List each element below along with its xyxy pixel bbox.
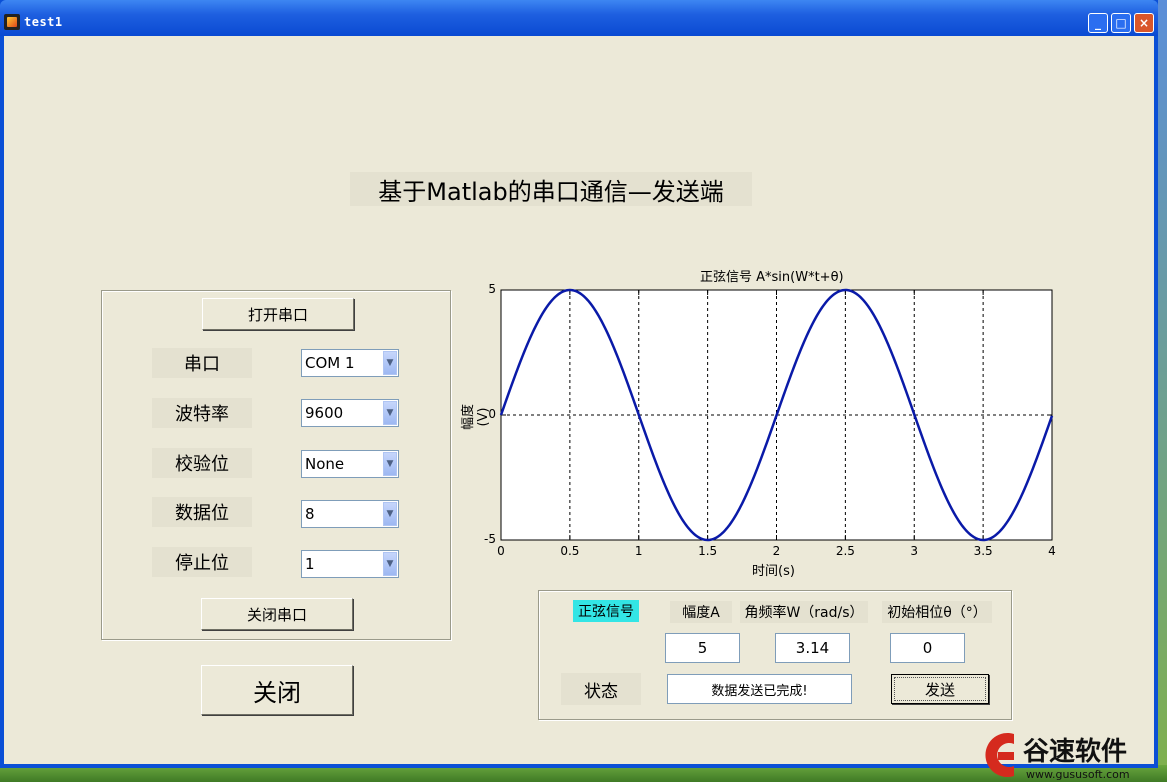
y-tick-label: -5 (484, 532, 496, 546)
port-select[interactable]: COM 1 ▼ (301, 349, 399, 377)
x-tick-label: 4 (1048, 544, 1056, 558)
status-display: 数据发送已完成! (667, 674, 852, 704)
open-port-button[interactable]: 打开串口 (202, 298, 354, 330)
minimize-icon: _ (1095, 16, 1101, 30)
x-tick-label: 2.5 (835, 544, 855, 558)
angular-frequency-input[interactable]: 3.14 (775, 633, 850, 663)
y-tick-label: 0 (488, 407, 496, 421)
chevron-down-icon[interactable]: ▼ (383, 552, 397, 576)
data-bits-select-value: 8 (305, 505, 315, 523)
gususoft-watermark-logo: 谷速软件 www.gususoft.com (985, 733, 1130, 781)
initial-phase-input[interactable]: 0 (890, 633, 965, 663)
stop-bits-label: 停止位 (152, 547, 252, 577)
baud-rate-select[interactable]: 9600 ▼ (301, 399, 399, 427)
x-tick-label: 3 (910, 544, 919, 558)
initial-phase-label: 初始相位θ（°） (882, 601, 992, 623)
x-tick-label: 1.5 (698, 544, 718, 558)
x-tick-label: 3.5 (973, 544, 993, 558)
chevron-down-icon[interactable]: ▼ (383, 351, 397, 375)
amplitude-label: 幅度A (670, 601, 732, 623)
watermark-text: 谷速软件 (1023, 737, 1127, 767)
minimize-button[interactable]: _ (1088, 13, 1108, 33)
close-window-button[interactable]: × (1134, 13, 1154, 33)
baud-rate-select-value: 9600 (305, 404, 344, 422)
x-axis-label: 时间(s) (752, 564, 795, 579)
window-title: test1 (24, 15, 63, 29)
desktop-background-edge (1157, 0, 1167, 765)
chevron-down-icon[interactable]: ▼ (383, 401, 397, 425)
parity-label: 校验位 (152, 448, 252, 478)
title-bar[interactable]: test1 _ □ × (0, 0, 1158, 36)
parity-select-value: None (305, 455, 345, 473)
parity-select[interactable]: None ▼ (301, 450, 399, 478)
x-tick-label: 0.5 (560, 544, 580, 558)
watermark-url: www.gususoft.com (1026, 768, 1130, 781)
x-tick-label: 2 (772, 544, 781, 558)
x-tick-label: 1 (634, 544, 643, 558)
data-bits-label: 数据位 (152, 497, 252, 527)
amplitude-input[interactable]: 5 (665, 633, 740, 663)
chevron-down-icon[interactable]: ▼ (383, 452, 397, 476)
stop-bits-select-value: 1 (305, 555, 315, 573)
close-icon: × (1138, 16, 1150, 30)
data-bits-select[interactable]: 8 ▼ (301, 500, 399, 528)
status-label: 状态 (561, 673, 641, 705)
signal-type-badge: 正弦信号 (573, 600, 639, 622)
chart-title: 正弦信号 A*sin(W*t+θ) (700, 270, 844, 285)
baud-rate-label: 波特率 (152, 398, 252, 428)
maximize-button[interactable]: □ (1111, 13, 1131, 33)
page-title: 基于Matlab的串口通信—发送端 (350, 172, 752, 206)
close-app-button[interactable]: 关闭 (201, 665, 353, 715)
port-select-value: COM 1 (305, 354, 355, 372)
port-label: 串口 (152, 348, 252, 378)
stop-bits-select[interactable]: 1 ▼ (301, 550, 399, 578)
matlab-app-icon (4, 14, 20, 30)
close-port-button[interactable]: 关闭串口 (201, 598, 353, 630)
angular-frequency-label: 角频率W（rad/s） (740, 601, 868, 623)
chevron-down-icon[interactable]: ▼ (383, 502, 397, 526)
x-tick-label: 0 (497, 544, 505, 558)
maximize-icon: □ (1115, 16, 1127, 30)
send-button[interactable]: 发送 (891, 674, 989, 704)
y-tick-label: 5 (488, 282, 496, 296)
